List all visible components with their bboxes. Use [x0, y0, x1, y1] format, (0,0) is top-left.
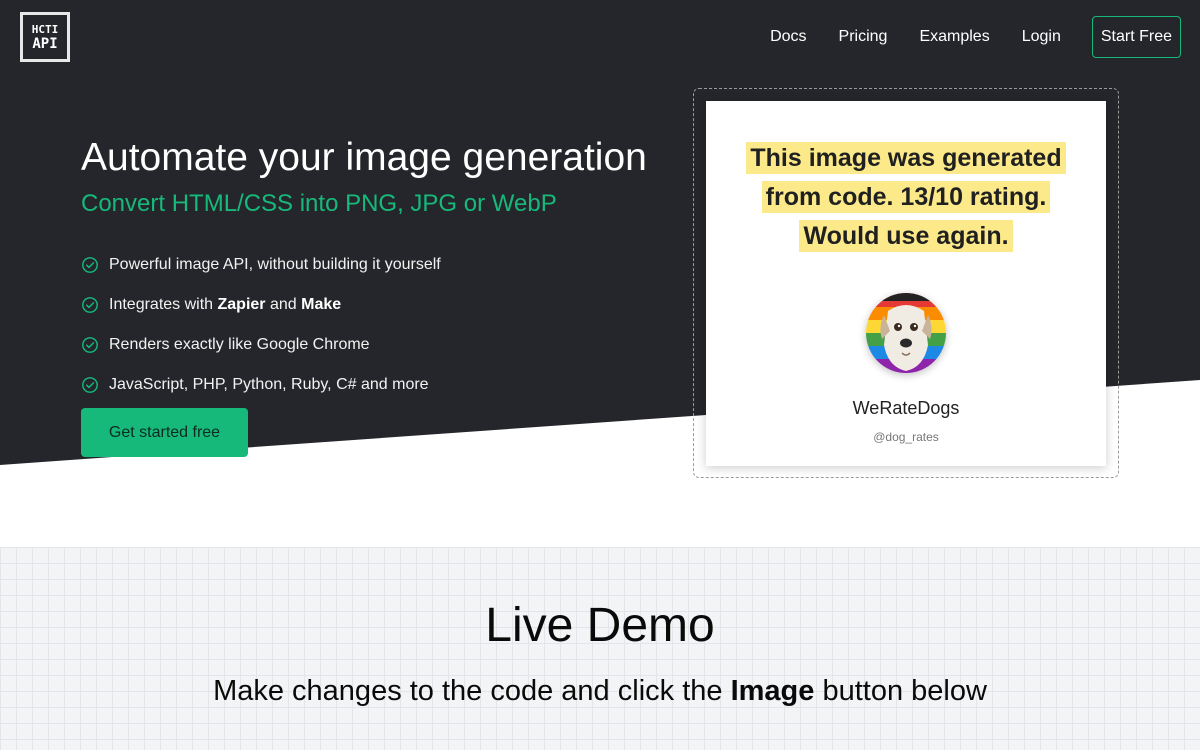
- demo-subtitle: Make changes to the code and click the I…: [213, 675, 987, 707]
- make-text: Make: [301, 296, 342, 313]
- card-handle: @dog_rates: [873, 430, 939, 444]
- check-circle-icon: [82, 377, 98, 393]
- feature-text: JavaScript, PHP, Python, Ruby, C# and mo…: [109, 376, 429, 393]
- feature-item: Powerful image API, without building it …: [81, 245, 441, 285]
- dog-avatar-icon: [866, 293, 946, 373]
- start-free-button[interactable]: Start Free: [1091, 16, 1181, 58]
- hero-title: Automate your image generation: [81, 136, 647, 179]
- feature-text: Renders exactly like Google Chrome: [109, 336, 370, 353]
- feature-item: JavaScript, PHP, Python, Ruby, C# and mo…: [81, 365, 441, 405]
- hero-subtitle: Convert HTML/CSS into PNG, JPG or WebP: [81, 190, 557, 217]
- demo-subtitle-bold: Image: [730, 675, 815, 707]
- zapier-text: Zapier: [217, 296, 266, 313]
- check-circle-icon: [82, 297, 98, 313]
- card-name: WeRateDogs: [852, 398, 960, 418]
- nav-examples-link[interactable]: Examples: [919, 17, 989, 57]
- nav-login-link[interactable]: Login: [1022, 17, 1061, 57]
- nav-pricing-link[interactable]: Pricing: [839, 17, 888, 57]
- check-circle-icon: [82, 337, 98, 353]
- top-nav: Docs Pricing Examples Login Start Free: [770, 16, 1181, 58]
- example-image-card: This image was generated from code. 13/1…: [706, 101, 1106, 466]
- feature-list: Powerful image API, without building it …: [81, 245, 441, 405]
- logo[interactable]: HCTI API: [20, 12, 70, 62]
- demo-title: Live Demo: [485, 599, 715, 652]
- feature-text: Powerful image API, without building it …: [109, 256, 441, 273]
- check-circle-icon: [82, 257, 98, 273]
- get-started-button[interactable]: Get started free: [81, 408, 248, 457]
- logo-line1: HCTI: [31, 22, 59, 36]
- card-quote: This image was generated from code. 13/1…: [726, 139, 1086, 256]
- feature-text: Integrates with Zapier and Make: [109, 296, 342, 313]
- feature-item: Renders exactly like Google Chrome: [81, 325, 441, 365]
- logo-line2: API: [32, 35, 58, 52]
- feature-item: Integrates with Zapier and Make: [81, 285, 441, 325]
- nav-docs-link[interactable]: Docs: [770, 17, 806, 57]
